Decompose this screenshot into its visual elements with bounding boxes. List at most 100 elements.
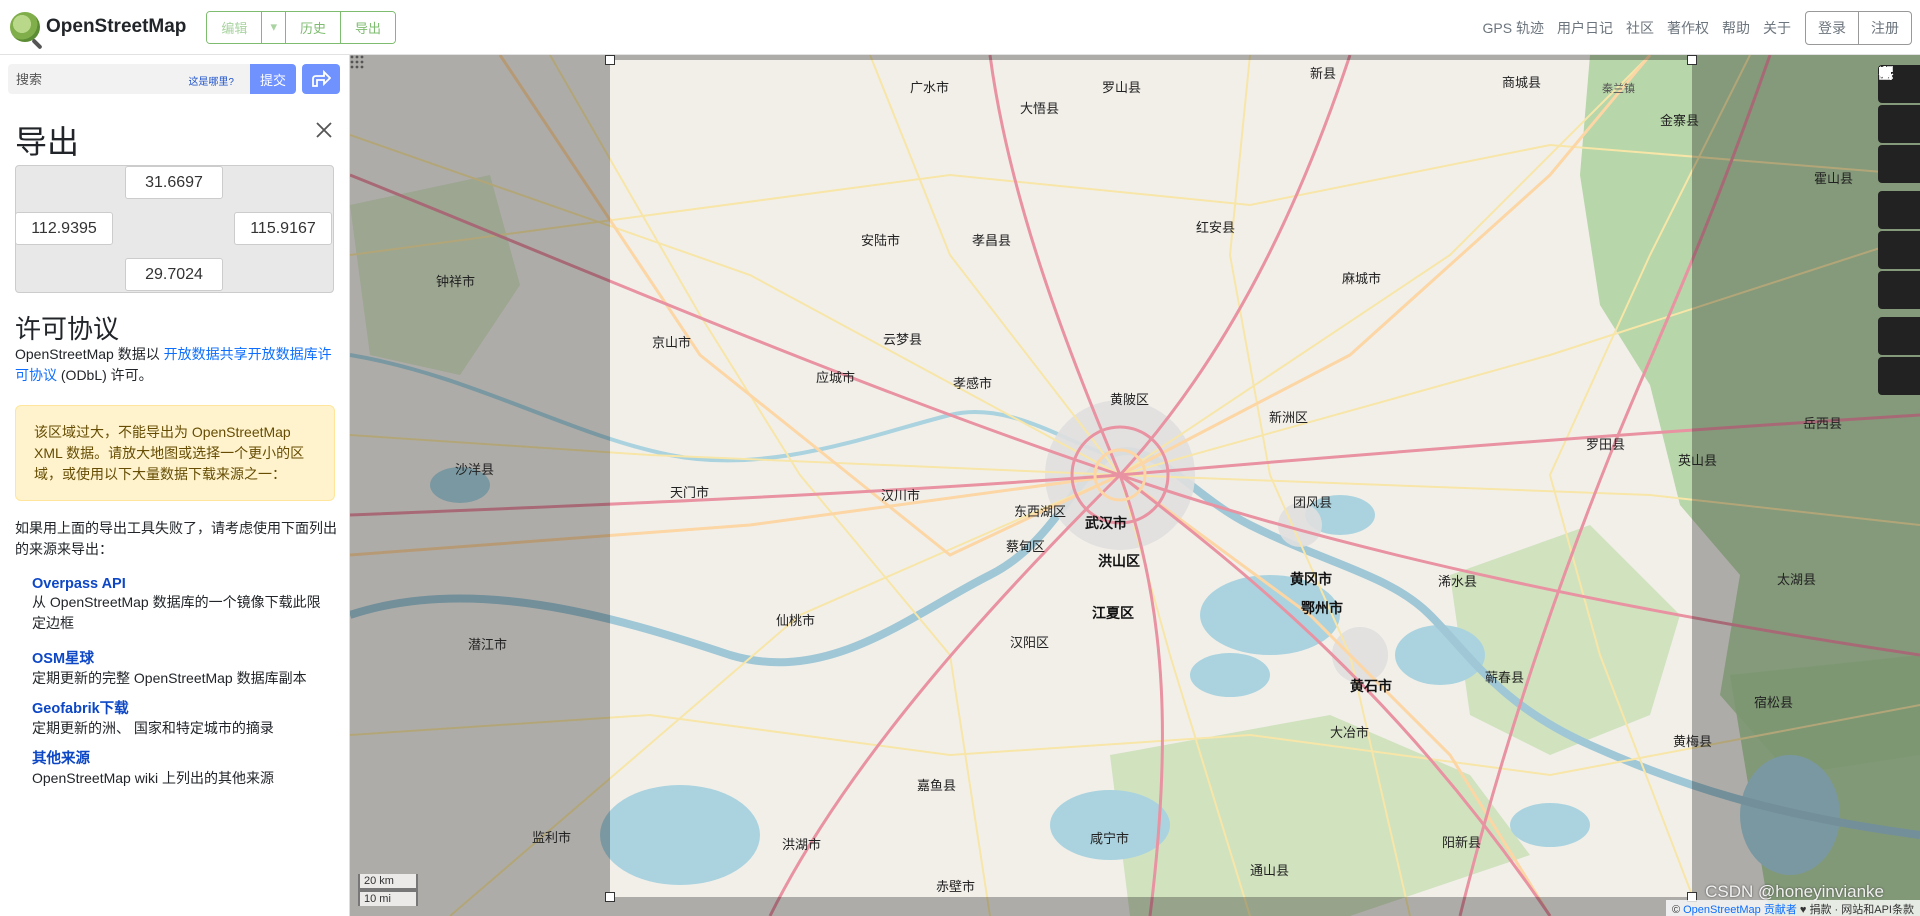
history-button[interactable]: 历史 [285, 11, 341, 43]
secondary-nav: GPS 轨迹 用户日记 社区 著作权 帮助 关于 登录 注册 [1470, 0, 1920, 55]
watermark: CSDN @honeyinvianke [1705, 882, 1884, 901]
south-coordinate-input[interactable]: 29.7024 [125, 258, 223, 291]
label-dongxihu: 东西湖区 [1014, 504, 1067, 519]
label-daye: 大冶市 [1330, 725, 1370, 740]
attribution-suffix[interactable]: ♥ 捐款 · 网站和API条款 [1797, 904, 1914, 916]
nav-help[interactable]: 帮助 [1722, 18, 1750, 38]
label-huangpi: 黄陂区 [1110, 392, 1150, 407]
scale-mi: 10 mi [358, 890, 418, 906]
label-yangxin: 阳新县 [1442, 835, 1482, 850]
map-key-button[interactable] [1878, 66, 1920, 269]
nav-gps-traces[interactable]: GPS 轨迹 [1483, 18, 1544, 38]
label-chibi: 赤壁市 [936, 879, 976, 894]
label-huangmei: 黄梅县 [1673, 734, 1713, 749]
export-mask-top [610, 55, 1692, 60]
export-mask-bottom [610, 897, 1692, 916]
add-note-button[interactable] [1878, 67, 1920, 355]
panel-title: 导出 [15, 124, 80, 160]
west-coordinate-input[interactable]: 112.9395 [15, 212, 113, 245]
label-xishui: 浠水县 [1438, 574, 1478, 589]
label-jianli: 监利市 [532, 830, 572, 845]
nav-copyright[interactable]: 著作权 [1667, 18, 1709, 38]
directions-button[interactable] [302, 64, 340, 94]
other-sources-desc: OpenStreetMap wiki 上列出的其他来源 [32, 770, 274, 786]
label-hongan: 红安县 [1196, 220, 1236, 235]
label-ezhou: 鄂州市 [1301, 600, 1343, 616]
selection-handle-nw[interactable] [605, 55, 615, 65]
locate-button[interactable] [1878, 66, 1920, 183]
login-button[interactable]: 登录 [1806, 11, 1859, 44]
nav-about[interactable]: 关于 [1763, 18, 1791, 38]
scale-km: 20 km [358, 874, 418, 890]
export-mask-left [350, 55, 610, 916]
query-features-button[interactable]: ? [1878, 66, 1920, 395]
label-qinshi: 秦兰镇 [1602, 83, 1635, 95]
north-coordinate-input[interactable]: 31.6697 [125, 166, 223, 199]
drag-grip-icon[interactable] [350, 55, 364, 69]
label-macheng: 麻城市 [1342, 271, 1382, 286]
nav-user-diaries[interactable]: 用户日记 [1557, 18, 1613, 38]
label-hanchuan: 汉川市 [881, 488, 921, 503]
layers-button[interactable] [1878, 67, 1920, 229]
zoom-out-button[interactable] [1878, 70, 1920, 143]
license-text: OpenStreetMap 数据以 开放数据共享开放数据库许可协议 (ODbL)… [15, 344, 337, 386]
geofabrik-link[interactable]: Geofabrik下载 [32, 697, 332, 718]
label-hanyang: 汉阳区 [1010, 635, 1050, 650]
label-qichun: 蕲春县 [1485, 670, 1525, 685]
source-overpass: Overpass API 从 OpenStreetMap 数据库的一个镜像下载此… [32, 576, 332, 634]
bounding-box-inputs: 31.6697 112.9395 115.9167 29.7024 [15, 165, 334, 293]
map-controls: ? [1878, 65, 1920, 397]
label-xianning: 咸宁市 [1090, 831, 1130, 846]
label-dawu: 大悟县 [1020, 101, 1060, 116]
source-planet: OSM星球 定期更新的完整 OpenStreetMap 数据库副本 [32, 647, 332, 689]
label-xinxian: 新县 [1310, 66, 1337, 81]
sidebar: 这是哪里? 提交 导出 31.6697 112.9395 115.9167 29… [0, 55, 350, 916]
license-pre: OpenStreetMap 数据以 [15, 346, 164, 362]
label-luoshan: 罗山县 [1102, 80, 1142, 95]
label-jinzhai: 金寨县 [1660, 113, 1700, 128]
where-is-this-link[interactable]: 这是哪里? [188, 73, 234, 88]
export-button[interactable]: 导出 [340, 11, 395, 43]
close-icon[interactable] [314, 120, 334, 140]
label-tianmen: 天门市 [670, 485, 710, 500]
attribution-link[interactable]: OpenStreetMap 贡献者 [1683, 904, 1797, 916]
label-xiaogan: 孝感市 [953, 376, 993, 391]
edit-button-group: 编辑 ▾ 历史 导出 [206, 10, 396, 44]
nav-communities[interactable]: 社区 [1626, 18, 1654, 38]
license-post: (ODbL) 许可。 [57, 367, 153, 383]
edit-dropdown-chevron-icon[interactable]: ▾ [262, 11, 286, 43]
label-caidian: 蔡甸区 [1006, 539, 1046, 554]
app-name: OpenStreetMap [46, 16, 187, 37]
selection-handle-ne[interactable] [1687, 55, 1697, 65]
label-tongshan: 通山县 [1250, 863, 1290, 878]
cursor-question-icon: ? [1880, 66, 1893, 81]
overpass-api-link[interactable]: Overpass API [32, 576, 332, 592]
auth-button-group: 登录 注册 [1805, 10, 1912, 45]
label-huangshi: 黄石市 [1350, 678, 1392, 694]
search-submit-button[interactable]: 提交 [250, 64, 296, 94]
label-huoshan: 霍山县 [1814, 171, 1854, 186]
label-susong: 宿松县 [1754, 695, 1794, 710]
geofabrik-desc: 定期更新的洲、 国家和特定城市的摘录 [32, 720, 274, 736]
label-xinzhou: 新洲区 [1269, 410, 1309, 425]
map-canvas[interactable]: 武汉市 洪山区 江夏区 蔡甸区 东西湖区 汉阳区 孝感市 黄陂区 新洲区 黄冈市… [350, 55, 1920, 916]
label-yunmeng: 云梦县 [883, 332, 923, 347]
attribution-prefix: © [1671, 904, 1684, 916]
attribution: © OpenStreetMap 贡献者 ♥ 捐款 · 网站和API条款 [1665, 900, 1920, 916]
edit-button[interactable]: 编辑 [207, 11, 263, 43]
signup-button[interactable]: 注册 [1859, 12, 1911, 44]
label-yuexi: 岳西县 [1803, 416, 1843, 431]
planet-osm-link[interactable]: OSM星球 [32, 647, 332, 668]
label-taihu: 太湖县 [1777, 572, 1817, 587]
selection-handle-sw[interactable] [605, 892, 615, 902]
share-button[interactable] [1878, 66, 1920, 309]
logo[interactable]: OpenStreetMap [10, 12, 186, 42]
svg-text:?: ? [1889, 74, 1893, 81]
label-qianjiang: 沙洋县 [455, 462, 495, 477]
top-header: OpenStreetMap 编辑 ▾ 历史 导出 GPS 轨迹 用户日记 社区 … [0, 0, 1920, 55]
label-guangshui: 广水市 [910, 80, 950, 95]
east-coordinate-input[interactable]: 115.9167 [234, 212, 332, 245]
other-sources-link[interactable]: 其他来源 [32, 747, 332, 768]
osm-logo-icon [10, 12, 40, 42]
label-jiayu: 嘉鱼县 [917, 778, 957, 793]
